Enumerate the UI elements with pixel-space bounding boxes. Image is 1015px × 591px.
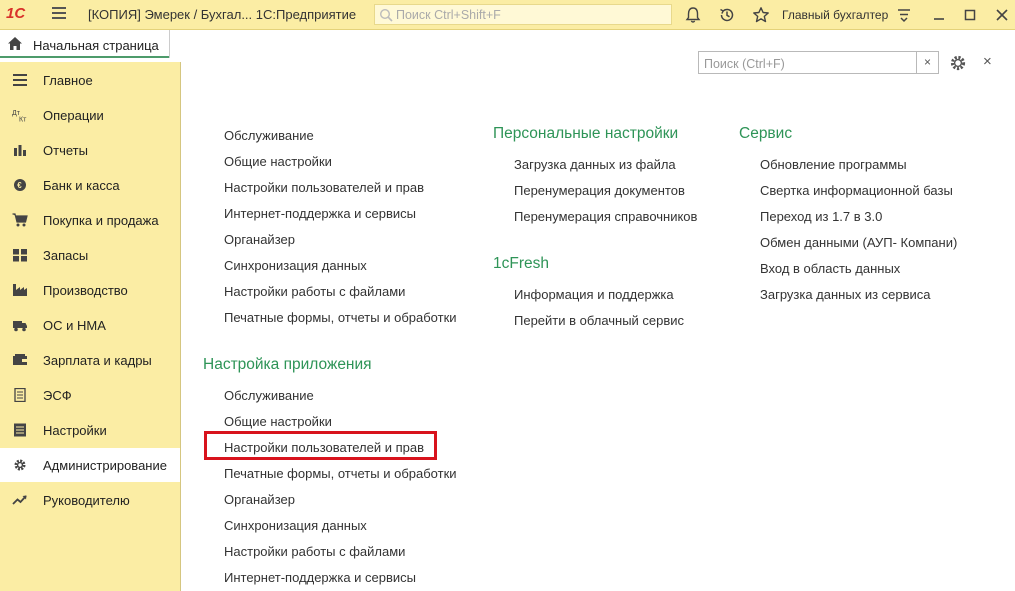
window-close-icon[interactable] [993,6,1011,24]
link-load-from-service[interactable]: Загрузка данных из сервиса [760,287,931,302]
section-personal-title: Персональные настройки [493,125,679,142]
sidebar-item-esf[interactable]: ЭСФ [0,378,180,412]
link-print-forms[interactable]: Печатные формы, отчеты и обработки [224,466,457,481]
trend-icon [12,495,27,505]
link-file-settings[interactable]: Настройки работы с файлами [224,544,405,559]
link-data-sync[interactable]: Синхронизация данных [224,258,367,273]
svg-text:Кт: Кт [19,117,27,123]
factory-icon [13,284,27,296]
panel-close-button[interactable]: × [983,54,997,70]
home-icon [8,37,22,50]
global-search-input[interactable]: Поиск Ctrl+Shift+F [374,4,672,25]
operations-icon: Дт Кт [12,110,27,123]
link-organizer[interactable]: Органайзер [224,232,295,247]
window-title: [КОПИЯ] Эмерек / Бухгал... 1С:Предприяти… [88,7,357,22]
section-search-input[interactable] [702,53,916,74]
link-renumber-documents[interactable]: Перенумерация документов [514,183,685,198]
sidebar-item-label: Банк и касса [43,178,120,193]
sidebar-item-salary[interactable]: Зарплата и кадры [0,343,180,377]
sidebar-item-label: Зарплата и кадры [43,353,152,368]
link-cloud-service[interactable]: Перейти в облачный сервис [514,313,684,328]
link-data-sync[interactable]: Синхронизация данных [224,518,367,533]
link-migrate-17-30[interactable]: Переход из 1.7 в 3.0 [760,209,882,224]
global-search-placeholder: Поиск Ctrl+Shift+F [396,8,501,22]
bell-icon[interactable] [684,6,702,24]
link-internet-support[interactable]: Интернет-поддержка и сервисы [224,570,416,585]
sidebar-item-reports[interactable]: Отчеты [0,133,180,167]
bar-chart-icon [14,145,26,156]
history-icon[interactable] [718,6,736,24]
sidebar-item-label: ЭСФ [43,388,72,403]
coin-icon: € [14,179,26,191]
tab-home-label: Начальная страница [33,38,159,53]
tab-home[interactable]: Начальная страница [0,30,170,58]
link-data-area-login[interactable]: Вход в область данных [760,261,900,276]
section-search-field[interactable] [698,51,917,74]
sidebar-item-operations[interactable]: Дт Кт Операции [0,98,180,132]
svg-text:€: € [17,181,22,190]
sidebar-item-main[interactable]: Главное [0,63,180,97]
sidebar-item-label: Отчеты [43,143,88,158]
link-data-exchange[interactable]: Обмен данными (АУП- Компани) [760,235,957,250]
search-icon [379,8,393,22]
minimize-icon[interactable] [930,6,948,24]
section-1cfresh-title: 1cFresh [493,255,549,272]
truck-icon [13,321,27,332]
menu-icon [13,74,27,86]
sidebar-item-settings[interactable]: Настройки [0,413,180,447]
settings-list-icon [14,423,26,437]
sidebar-item-administration[interactable]: Администрирование [0,448,180,482]
link-service[interactable]: Обслуживание [224,388,314,403]
link-load-from-file[interactable]: Загрузка данных из файла [514,157,676,172]
link-organizer[interactable]: Органайзер [224,492,295,507]
maximize-icon[interactable] [961,6,979,24]
current-user[interactable]: Главный бухгалтер [782,8,888,22]
section-service-title: Сервис [739,125,793,142]
app-logo: 1С [6,5,26,22]
grid-icon [13,249,27,262]
sidebar-item-label: ОС и НМА [43,318,106,333]
sidebar-item-label: Покупка и продажа [43,213,159,228]
sidebar-item-stock[interactable]: Запасы [0,238,180,272]
sidebar-item-production[interactable]: Производство [0,273,180,307]
panel-settings-gear-icon[interactable] [949,54,967,72]
link-info-support[interactable]: Информация и поддержка [514,287,674,302]
sidebar-item-bank[interactable]: € Банк и касса [0,168,180,202]
title-bar: 1С [КОПИЯ] Эмерек / Бухгал... 1С:Предпри… [0,0,1015,30]
star-icon[interactable] [752,6,770,24]
sidebar-item-label: Операции [43,108,104,123]
link-general-settings[interactable]: Общие настройки [224,154,332,169]
sidebar-item-label: Руководителю [43,493,130,508]
sidebar: Главное Дт Кт Операции Отчеты € Банк и к… [0,62,181,591]
sidebar-item-manager[interactable]: Руководителю [0,483,180,517]
cart-icon [12,213,28,227]
sidebar-item-label: Главное [43,73,93,88]
wallet-icon [13,354,27,365]
highlight-frame [204,431,437,460]
sidebar-item-label: Запасы [43,248,89,263]
main-menu-icon[interactable] [52,7,66,19]
gear-icon [14,459,26,471]
settings-menu-icon[interactable] [895,6,913,24]
link-user-rights-settings[interactable]: Настройки пользователей и прав [224,180,424,195]
sidebar-item-label: Производство [43,283,128,298]
link-update-program[interactable]: Обновление программы [760,157,907,172]
sidebar-item-label: Настройки [43,423,107,438]
link-internet-support[interactable]: Интернет-поддержка и сервисы [224,206,416,221]
section-app-settings-title: Настройка приложения [203,356,372,373]
clear-search-button[interactable]: × [917,51,939,74]
document-icon [14,388,26,402]
link-service[interactable]: Обслуживание [224,128,314,143]
sidebar-item-purchases[interactable]: Покупка и продажа [0,203,180,237]
link-print-forms[interactable]: Печатные формы, отчеты и обработки [224,310,457,325]
link-infobase-rollup[interactable]: Свертка информационной базы [760,183,953,198]
link-general-settings[interactable]: Общие настройки [224,414,332,429]
sidebar-item-label: Администрирование [43,458,167,473]
link-renumber-catalogs[interactable]: Перенумерация справочников [514,209,697,224]
link-file-settings[interactable]: Настройки работы с файлами [224,284,405,299]
sidebar-item-fixed-assets[interactable]: ОС и НМА [0,308,180,342]
active-tab-indicator [0,56,169,58]
